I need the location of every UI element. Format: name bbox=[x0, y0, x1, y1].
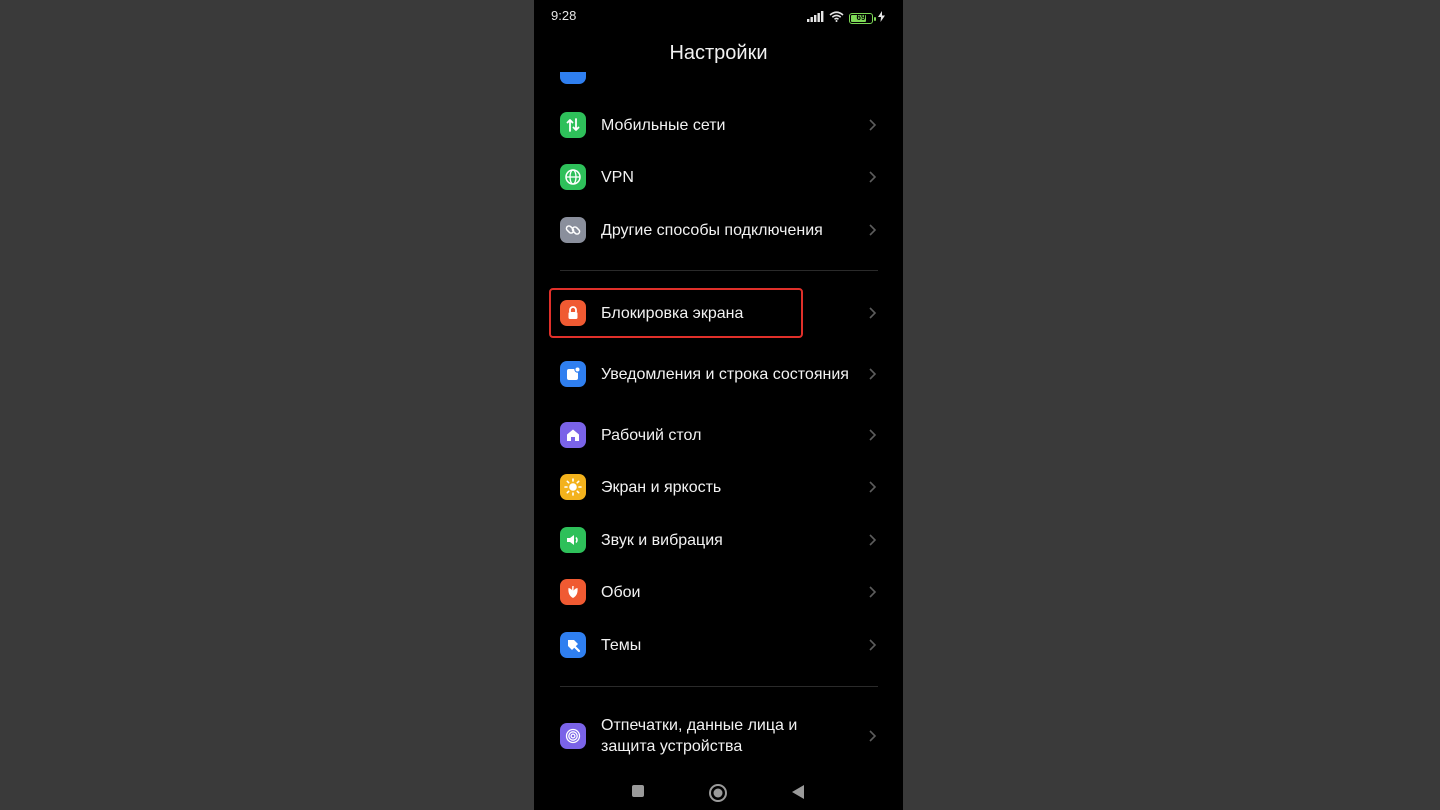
wallpaper-icon bbox=[560, 579, 586, 605]
settings-item-fingerprint-security[interactable]: Отпечатки, данные лица и защита устройст… bbox=[534, 714, 903, 758]
settings-item-mobile-networks[interactable]: Мобильные сети bbox=[534, 108, 903, 142]
notification-icon bbox=[560, 361, 586, 387]
highlight-frame bbox=[549, 288, 803, 338]
fingerprint-icon bbox=[560, 723, 586, 749]
chevron-right-icon bbox=[865, 306, 879, 320]
sun-icon bbox=[560, 474, 586, 500]
chevron-right-icon bbox=[865, 585, 879, 599]
settings-item-label: Отпечатки, данные лица и защита устройст… bbox=[601, 717, 798, 755]
battery-level: 69 bbox=[856, 13, 866, 22]
chevron-right-icon bbox=[865, 480, 879, 494]
settings-item-label: Другие способы подключения bbox=[601, 221, 823, 239]
settings-item-label: Экран и яркость bbox=[601, 478, 722, 496]
phone-screen: 9:28 69 Настройки Мобильные сети VPN Дру… bbox=[534, 0, 903, 810]
status-icons: 69 bbox=[807, 9, 885, 27]
home-button[interactable] bbox=[708, 783, 728, 808]
wifi-icon bbox=[829, 9, 844, 27]
settings-item-label: VPN bbox=[601, 168, 634, 186]
recent-apps-button[interactable] bbox=[631, 784, 645, 803]
status-bar: 9:28 69 bbox=[534, 0, 903, 32]
settings-item-other-connections[interactable]: Другие способы подключения bbox=[534, 213, 903, 247]
battery-icon: 69 bbox=[849, 12, 876, 24]
settings-item-label: Мобильные сети bbox=[601, 116, 726, 134]
link-icon bbox=[560, 217, 586, 243]
section-divider bbox=[560, 686, 878, 687]
navigation-bar bbox=[534, 775, 903, 810]
settings-item-label: Темы bbox=[601, 636, 642, 654]
settings-item-label: Уведомления и строка состояния bbox=[601, 365, 849, 383]
settings-item-wallpaper[interactable]: Обои bbox=[534, 575, 903, 609]
chevron-right-icon bbox=[865, 367, 879, 381]
partial-settings-icon bbox=[560, 72, 586, 84]
settings-item-label: Звук и вибрация bbox=[601, 531, 723, 549]
chevron-right-icon bbox=[865, 223, 879, 237]
mobile-network-icon bbox=[560, 112, 586, 138]
chevron-right-icon bbox=[865, 428, 879, 442]
settings-item-themes[interactable]: Темы bbox=[534, 628, 903, 662]
settings-item-label: Рабочий стол bbox=[601, 426, 702, 444]
back-button[interactable] bbox=[791, 784, 805, 805]
home-icon bbox=[560, 422, 586, 448]
chevron-right-icon bbox=[865, 170, 879, 184]
chevron-right-icon bbox=[865, 533, 879, 547]
brush-icon bbox=[560, 632, 586, 658]
signal-icon bbox=[807, 9, 824, 27]
settings-item-vpn[interactable]: VPN bbox=[534, 160, 903, 194]
section-divider bbox=[560, 270, 878, 271]
chevron-right-icon bbox=[865, 118, 879, 132]
status-time: 9:28 bbox=[551, 8, 577, 23]
globe-icon bbox=[560, 164, 586, 190]
charging-icon bbox=[878, 9, 885, 27]
chevron-right-icon bbox=[865, 638, 879, 652]
settings-item-label: Обои bbox=[601, 583, 641, 601]
speaker-icon bbox=[560, 527, 586, 553]
settings-item-sound-vibration[interactable]: Звук и вибрация bbox=[534, 523, 903, 557]
settings-item-notifications[interactable]: Уведомления и строка состояния bbox=[534, 352, 903, 396]
settings-item-home-screen[interactable]: Рабочий стол bbox=[534, 418, 903, 452]
chevron-right-icon bbox=[865, 729, 879, 743]
settings-item-display-brightness[interactable]: Экран и яркость bbox=[534, 470, 903, 504]
page-title: Настройки bbox=[669, 42, 768, 64]
